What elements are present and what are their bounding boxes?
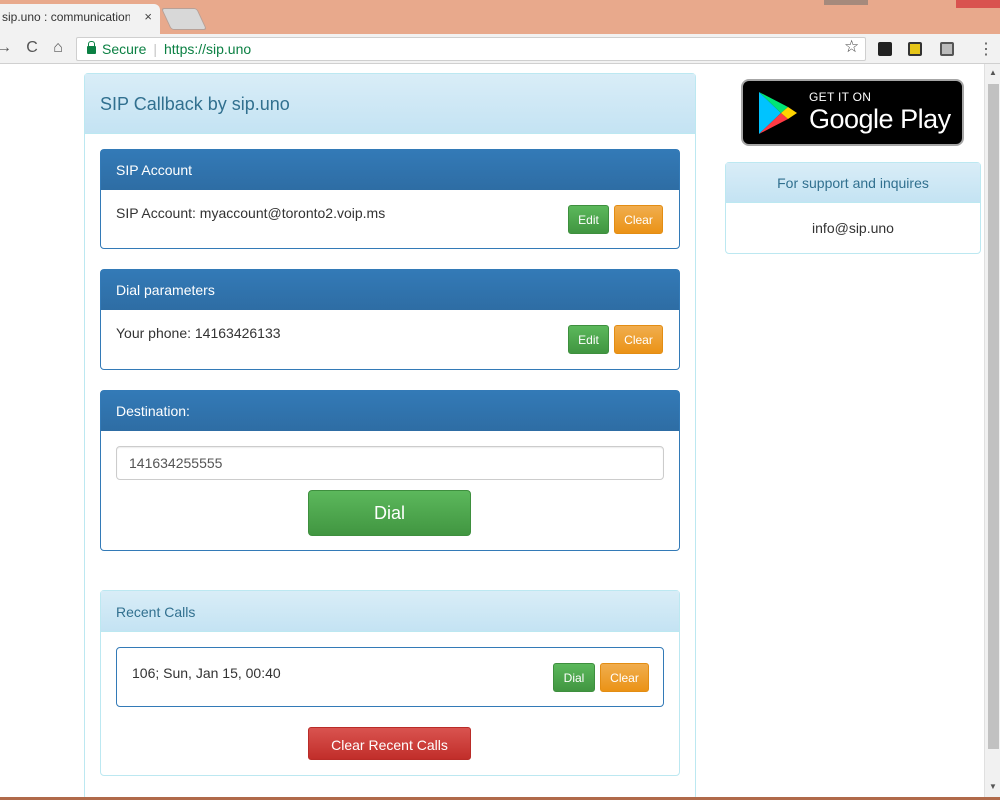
reload-icon[interactable]: C (22, 39, 42, 57)
destination-body: 141634255555 Dial (101, 431, 679, 550)
support-heading: For support and inquires (726, 163, 980, 203)
extension-icon[interactable] (940, 42, 954, 56)
page-viewport: SIP Callback by sip.uno SIP Account SIP … (0, 64, 1000, 800)
dial-parameters-body: Your phone: 14163426133 Edit Clear (101, 310, 679, 356)
sip-account-panel: SIP Account SIP Account: myaccount@toron… (100, 149, 680, 249)
dial-parameters-heading: Dial parameters (101, 270, 679, 310)
destination-heading: Destination: (101, 391, 679, 431)
your-phone-text: Your phone: 14163426133 (116, 325, 281, 341)
recent-call-text: 106; Sun, Jan 15, 00:40 (132, 665, 281, 681)
extension-icon[interactable] (878, 42, 892, 56)
destination-input[interactable]: 141634255555 (116, 446, 664, 480)
separator: | (153, 41, 157, 57)
new-tab-button[interactable] (160, 8, 208, 30)
recent-calls-heading: Recent Calls (101, 591, 679, 632)
address-bar[interactable]: Secure | https://sip.uno (76, 37, 866, 61)
scroll-thumb[interactable] (988, 84, 999, 749)
lock-icon (87, 41, 96, 54)
home-icon[interactable]: ⌂ (48, 39, 68, 57)
sip-account-body: SIP Account: myaccount@toronto2.voip.ms … (101, 190, 679, 236)
sip-account-edit-button[interactable]: Edit (568, 205, 609, 234)
secure-label: Secure (102, 41, 147, 57)
scroll-up-icon[interactable]: ▲ (989, 68, 997, 77)
page-title: SIP Callback by sip.uno (85, 74, 695, 134)
main-panel: SIP Callback by sip.uno SIP Account SIP … (84, 73, 696, 800)
google-play-small-text: GET IT ON (809, 90, 872, 104)
browser-tab[interactable]: sip.uno : communication × (0, 4, 160, 34)
dial-parameters-panel: Dial parameters Your phone: 14163426133 … (100, 269, 680, 370)
destination-panel: Destination: 141634255555 Dial (100, 390, 680, 551)
browser-titlebar: sip.uno : communication × (0, 0, 1000, 34)
profile-avatar[interactable] (824, 0, 868, 5)
star-icon[interactable]: ☆ (844, 37, 859, 57)
browser-toolbar: → C ⌂ Secure | https://sip.uno ☆ ⋮ (0, 34, 1000, 64)
tab-title: sip.uno : communication (2, 10, 130, 24)
recent-call-dial-button[interactable]: Dial (553, 663, 595, 692)
recent-call-clear-button[interactable]: Clear (600, 663, 649, 692)
tab-close-icon[interactable]: × (144, 9, 152, 24)
dial-parameters-edit-button[interactable]: Edit (568, 325, 609, 354)
list-item: 106; Sun, Jan 15, 00:40 Dial Clear (116, 647, 664, 707)
google-play-badge[interactable]: GET IT ON Google Play (741, 79, 964, 146)
menu-icon[interactable]: ⋮ (978, 39, 994, 59)
google-play-icon (759, 92, 797, 134)
window-close-button[interactable] (956, 0, 1000, 8)
google-play-big-text: Google Play (809, 104, 951, 134)
sip-account-heading: SIP Account (101, 150, 679, 190)
dial-button[interactable]: Dial (308, 490, 471, 536)
recent-calls-panel: Recent Calls 106; Sun, Jan 15, 00:40 Dia… (100, 590, 680, 776)
extension-icon[interactable] (908, 42, 922, 56)
clear-recent-calls-button[interactable]: Clear Recent Calls (308, 727, 471, 760)
support-email[interactable]: info@sip.uno (726, 203, 980, 236)
dial-parameters-clear-button[interactable]: Clear (614, 325, 663, 354)
sip-account-clear-button[interactable]: Clear (614, 205, 663, 234)
url-text: https://sip.uno (164, 41, 252, 57)
sip-account-text: SIP Account: myaccount@toronto2.voip.ms (116, 205, 386, 221)
scroll-down-icon[interactable]: ▼ (989, 782, 997, 791)
back-icon[interactable]: → (0, 39, 14, 57)
support-panel: For support and inquires info@sip.uno (725, 162, 981, 254)
scrollbar[interactable]: ▲ ▼ (984, 64, 1000, 800)
